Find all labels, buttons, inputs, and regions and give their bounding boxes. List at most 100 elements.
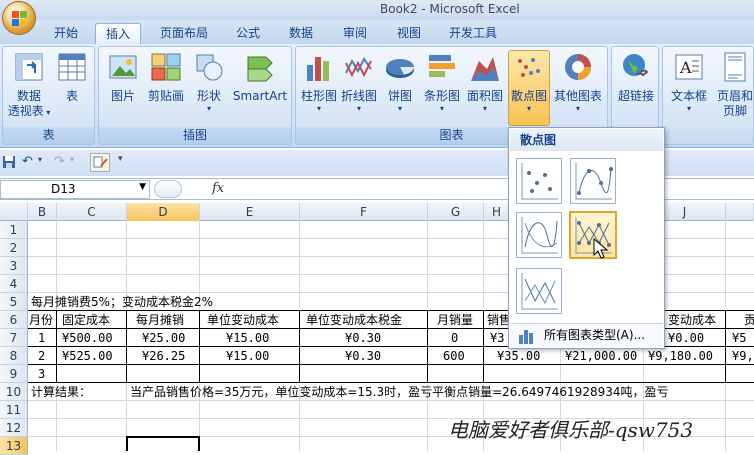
insert-function-icon[interactable]: fx bbox=[212, 181, 224, 196]
column-header[interactable]: B bbox=[28, 203, 57, 221]
result-text[interactable]: 当产品销售价格=35万元，单位变动成本=15.3时，盈亏平衡点销量=26.649… bbox=[130, 383, 754, 401]
column-chart-button[interactable]: 柱形图 ▾ bbox=[300, 51, 338, 114]
pivot-table-button[interactable]: 数据 透视表 ▾ bbox=[7, 51, 51, 120]
scatter-markers-only-option[interactable] bbox=[516, 158, 562, 204]
row-header[interactable]: 4 bbox=[0, 275, 28, 293]
table-cell[interactable]: 2 bbox=[38, 347, 45, 365]
header-cell[interactable]: 变动成本 bbox=[668, 311, 716, 329]
area-chart-button[interactable]: 面积图 ▾ bbox=[466, 51, 504, 114]
all-chart-types-button[interactable]: 所有图表类型(A)... bbox=[510, 323, 663, 347]
table-cell[interactable]: ¥9, bbox=[732, 347, 754, 365]
macro-tool-icon[interactable] bbox=[90, 153, 110, 172]
table-cell[interactable]: 600 bbox=[443, 347, 465, 365]
row-header[interactable]: 9 bbox=[0, 365, 28, 383]
tab-review[interactable]: 审阅 bbox=[332, 23, 378, 44]
formula-input[interactable] bbox=[188, 180, 754, 199]
hyperlink-button[interactable]: 超链接 bbox=[615, 51, 657, 104]
table-cell[interactable]: ¥21,000.00 bbox=[565, 347, 637, 365]
result-label[interactable]: 计算结果： bbox=[31, 383, 91, 401]
save-icon[interactable] bbox=[2, 155, 16, 169]
row-header[interactable]: 8 bbox=[0, 347, 28, 365]
row-header[interactable]: 2 bbox=[0, 239, 28, 257]
row-header[interactable]: 6 bbox=[0, 311, 28, 329]
scatter-smooth-lines-markers-option[interactable] bbox=[570, 158, 616, 204]
row-header[interactable]: 13 bbox=[0, 437, 28, 455]
table-cell[interactable]: ¥525.00 bbox=[62, 347, 113, 365]
tab-page-layout[interactable]: 页面布局 bbox=[148, 23, 220, 44]
tab-insert[interactable]: 插入 bbox=[95, 23, 141, 44]
table-cell[interactable]: 0 bbox=[451, 329, 458, 347]
table-cell[interactable]: ¥0.30 bbox=[345, 347, 381, 365]
watermark-text: 电脑爱好者俱乐部-qsw753 bbox=[448, 418, 694, 442]
pie-chart-button[interactable]: 饼图 ▾ bbox=[382, 51, 418, 114]
customize-qat-icon[interactable]: ▾ bbox=[118, 154, 123, 164]
scatter-straight-lines-option[interactable] bbox=[516, 268, 562, 314]
line-chart-button[interactable]: 折线图 ▾ bbox=[340, 51, 378, 114]
row-header[interactable]: 1 bbox=[0, 221, 28, 239]
scatter-smooth-lines-option[interactable] bbox=[516, 212, 562, 258]
table-cell[interactable]: 3 bbox=[38, 365, 45, 383]
tab-data[interactable]: 数据 bbox=[278, 23, 324, 44]
row-header[interactable]: 7 bbox=[0, 329, 28, 347]
tab-formulas[interactable]: 公式 bbox=[226, 23, 270, 44]
header-cell[interactable]: 单位变动成本税金 bbox=[306, 311, 402, 329]
shapes-button[interactable]: 形状 ▾ bbox=[191, 51, 227, 114]
column-header[interactable] bbox=[726, 203, 754, 221]
column-chart-label: 柱形图 bbox=[300, 89, 337, 103]
active-cell-d13[interactable] bbox=[126, 436, 200, 451]
table-cell[interactable]: 1 bbox=[38, 329, 45, 347]
table-cell[interactable]: ¥26.25 bbox=[142, 347, 185, 365]
smartart-button[interactable]: SmartArt bbox=[231, 51, 289, 104]
name-box[interactable]: D13 ▼ bbox=[0, 180, 150, 199]
table-cell[interactable]: ¥9,180.00 bbox=[648, 347, 713, 365]
table-cell[interactable]: ¥5 bbox=[732, 329, 746, 347]
row-header[interactable]: 10 bbox=[0, 383, 28, 401]
clipart-button[interactable]: 剪贴画 bbox=[145, 51, 187, 104]
row-header[interactable]: 11 bbox=[0, 401, 28, 419]
header-cell[interactable]: 月销量 bbox=[437, 311, 473, 329]
table-cell[interactable]: ¥15.00 bbox=[226, 329, 269, 347]
name-box-dropdown-icon[interactable]: ▼ bbox=[139, 182, 146, 192]
table-cell[interactable]: ¥0.00 bbox=[668, 329, 704, 347]
office-button[interactable] bbox=[2, 1, 36, 35]
header-cell[interactable]: 每月摊销 bbox=[136, 311, 184, 329]
undo-dropdown-icon[interactable]: ▾ bbox=[38, 155, 42, 164]
header-cell[interactable]: 月份 bbox=[29, 311, 53, 329]
row-header[interactable]: 5 bbox=[0, 293, 28, 311]
column-header[interactable]: H bbox=[484, 203, 510, 221]
tab-developer[interactable]: 开发工具 bbox=[440, 23, 506, 44]
column-header[interactable]: F bbox=[300, 203, 428, 221]
table-cell[interactable]: ¥35.00 bbox=[497, 347, 540, 365]
cell-note[interactable]: 每月摊销费5%；变动成本税金2% bbox=[31, 293, 213, 311]
bar-chart-button[interactable]: 条形图 ▾ bbox=[422, 51, 462, 114]
formula-expand-control[interactable] bbox=[154, 180, 182, 198]
row-header[interactable]: 12 bbox=[0, 419, 28, 437]
scatter-chart-button[interactable]: 散点图 ▾ bbox=[508, 50, 550, 126]
header-cell[interactable]: 固定成本 bbox=[62, 311, 110, 329]
select-all-corner[interactable] bbox=[0, 203, 28, 221]
header-footer-button[interactable]: 页眉和 页脚 bbox=[715, 51, 754, 119]
clipart-label: 剪贴画 bbox=[147, 89, 184, 103]
header-cell[interactable]: 贡 bbox=[744, 311, 754, 329]
table-button[interactable]: 表 bbox=[55, 51, 89, 104]
column-header[interactable]: G bbox=[428, 203, 484, 221]
table-cell[interactable]: ¥25.00 bbox=[142, 329, 185, 347]
tab-view[interactable]: 视图 bbox=[386, 23, 432, 44]
column-header[interactable]: D bbox=[127, 203, 200, 221]
area-chart-icon bbox=[469, 51, 501, 83]
header-cell[interactable]: 单位变动成本 bbox=[207, 311, 279, 329]
table-cell[interactable]: ¥500.00 bbox=[62, 329, 113, 347]
table-cell[interactable]: ¥15.00 bbox=[226, 347, 269, 365]
scatter-smooth-lines-markers-icon bbox=[575, 163, 613, 200]
other-charts-button[interactable]: 其他图表 ▾ bbox=[552, 51, 604, 114]
column-header[interactable]: E bbox=[200, 203, 300, 221]
row-header[interactable]: 3 bbox=[0, 257, 28, 275]
textbox-button[interactable]: A 文本框 ▾ bbox=[667, 51, 711, 114]
undo-icon[interactable]: ↶ bbox=[22, 154, 33, 169]
table-cell[interactable]: ¥3 bbox=[490, 329, 504, 347]
table-cell[interactable]: ¥0.30 bbox=[345, 329, 381, 347]
bar-chart-icon bbox=[426, 51, 458, 83]
column-header[interactable]: C bbox=[57, 203, 127, 221]
tab-home[interactable]: 开始 bbox=[40, 23, 92, 44]
picture-button[interactable]: 图片 bbox=[105, 51, 141, 104]
